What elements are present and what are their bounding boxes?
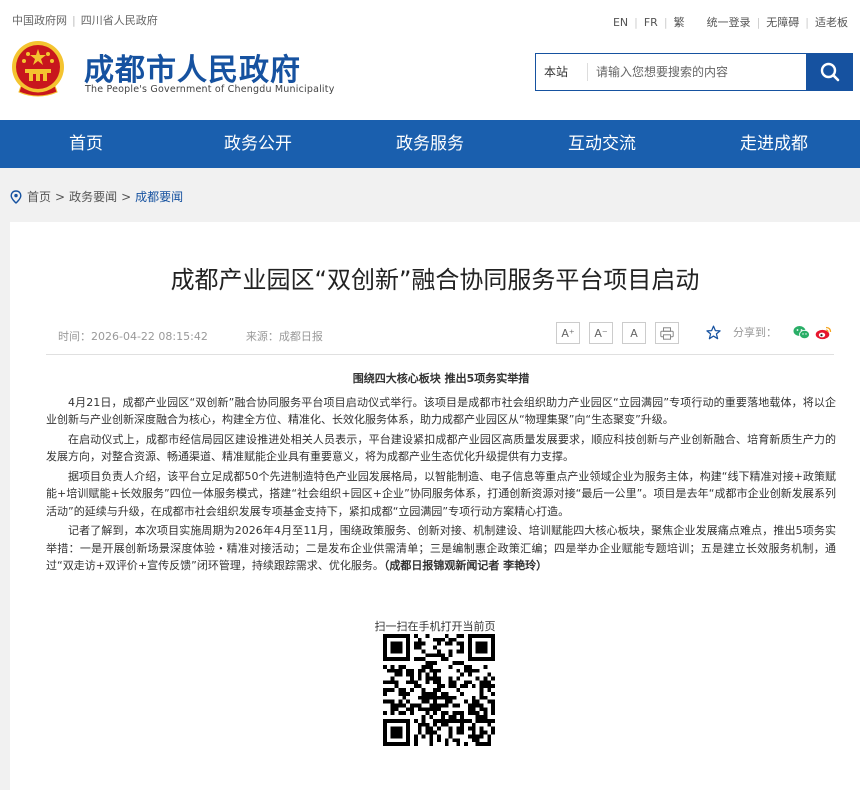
nav-gov-affairs-open[interactable]: 政务公开 — [172, 120, 344, 168]
article-paragraph: 4月21日，成都产业园区“双创新”融合协同服务平台项目启动仪式举行。该项目是成都… — [46, 395, 836, 427]
top-links: 中国政府网 | 四川省人民政府 — [12, 12, 158, 28]
article-paragraph: 据项目负责人介绍，该平台立足成都50个先进制造特色产业园发展格局，以智能制造、电… — [46, 469, 836, 518]
breadcrumb-current[interactable]: 成都要闻 — [135, 188, 183, 205]
breadcrumb: 首页 > 政务要闻 > 成都要闻 — [10, 188, 183, 205]
wechat-icon[interactable] — [793, 325, 810, 340]
search-input[interactable] — [588, 54, 806, 90]
search-icon — [820, 62, 839, 82]
breadcrumb-home[interactable]: 首页 — [27, 188, 51, 205]
font-increase-button[interactable]: A⁺ — [556, 322, 580, 344]
share-label: 分享到： — [733, 326, 777, 339]
font-decrease-button[interactable]: A⁻ — [589, 322, 613, 344]
publish-time: 时间：2026-04-22 08:15:42 — [58, 330, 208, 343]
main-nav: 首页 政务公开 政务服务 互动交流 走进成都 — [0, 120, 860, 168]
nav-gov-services[interactable]: 政务服务 — [344, 120, 516, 168]
divider: | — [663, 15, 668, 29]
search-scope-select[interactable]: 本站 — [536, 63, 588, 81]
lang-traditional[interactable]: 繁 — [674, 14, 685, 30]
breadcrumb-news[interactable]: 政务要闻 — [69, 188, 117, 205]
accessibility-link[interactable]: 无障碍 — [766, 14, 799, 30]
article-title: 成都产业园区“双创新”融合协同服务平台项目启动 — [170, 266, 700, 294]
article-card: 成都产业园区“双创新”融合协同服务平台项目启动 时间：2026-04-22 08… — [10, 222, 860, 790]
header: 中国政府网 | 四川省人民政府 EN | FR | 繁 统一登录 | 无障碍 | 适… — [0, 0, 860, 120]
link-gov-cn[interactable]: 中国政府网 — [12, 14, 67, 27]
lang-fr[interactable]: FR — [644, 16, 658, 29]
site-title[interactable]: 成都市人民政府 — [84, 45, 301, 89]
article-paragraph: 记者了解到，本次项目实施周期为2026年4月至11月，围绕政策服务、创新对接、机… — [46, 522, 836, 575]
weibo-icon[interactable] — [815, 325, 832, 340]
article-subheading: 围绕四大核心板块 推出5项务实举措 — [352, 372, 530, 385]
site-subtitle: The People's Government of Chengdu Munic… — [85, 84, 335, 95]
qr-code — [383, 634, 495, 746]
divider: | — [72, 14, 76, 27]
breadcrumb-separator: > — [121, 189, 132, 204]
unified-login-link[interactable]: 统一登录 — [707, 14, 751, 30]
print-icon — [660, 326, 674, 340]
divider — [46, 354, 834, 355]
breadcrumb-separator: > — [55, 189, 66, 204]
article-meta: 时间：2026-04-22 08:15:42 来源：成都日报 — [58, 328, 323, 344]
share-bar: 分享到： — [706, 324, 832, 340]
qr-label: 扫一扫在手机打开当前页 — [374, 620, 496, 633]
article-byline: （成都日报锦观新闻记者 李艳玲） — [383, 559, 548, 572]
star-icon[interactable] — [706, 325, 721, 340]
nav-about-chengdu[interactable]: 走进成都 — [688, 120, 860, 168]
article-body: 围绕四大核心板块 推出5项务实举措 4月21日，成都产业园区“双创新”融合协同服… — [46, 370, 836, 577]
location-pin-icon — [10, 189, 22, 204]
divider: | — [756, 15, 761, 29]
article-paragraph: 在启动仪式上，成都市经信局园区建设推进处相关人员表示，平台建设紧扣成都产业园区高… — [46, 432, 836, 464]
divider: | — [634, 15, 638, 29]
lang-en[interactable]: EN — [613, 16, 628, 29]
divider: | — [805, 15, 809, 29]
top-right-links: EN | FR | 繁 统一登录 | 无障碍 | 适老板 — [609, 14, 852, 30]
link-sichuan-gov[interactable]: 四川省人民政府 — [81, 14, 158, 27]
font-reset-button[interactable]: A — [622, 322, 646, 344]
search-bar: 本站 — [535, 53, 853, 91]
print-button[interactable] — [655, 322, 679, 344]
article-source: 来源：成都日报 — [245, 330, 323, 343]
nav-home[interactable]: 首页 — [0, 120, 172, 168]
elder-mode-link[interactable]: 适老板 — [815, 14, 848, 30]
nav-interaction[interactable]: 互动交流 — [516, 120, 688, 168]
emblem-icon[interactable] — [11, 40, 65, 98]
search-button[interactable] — [806, 53, 853, 91]
